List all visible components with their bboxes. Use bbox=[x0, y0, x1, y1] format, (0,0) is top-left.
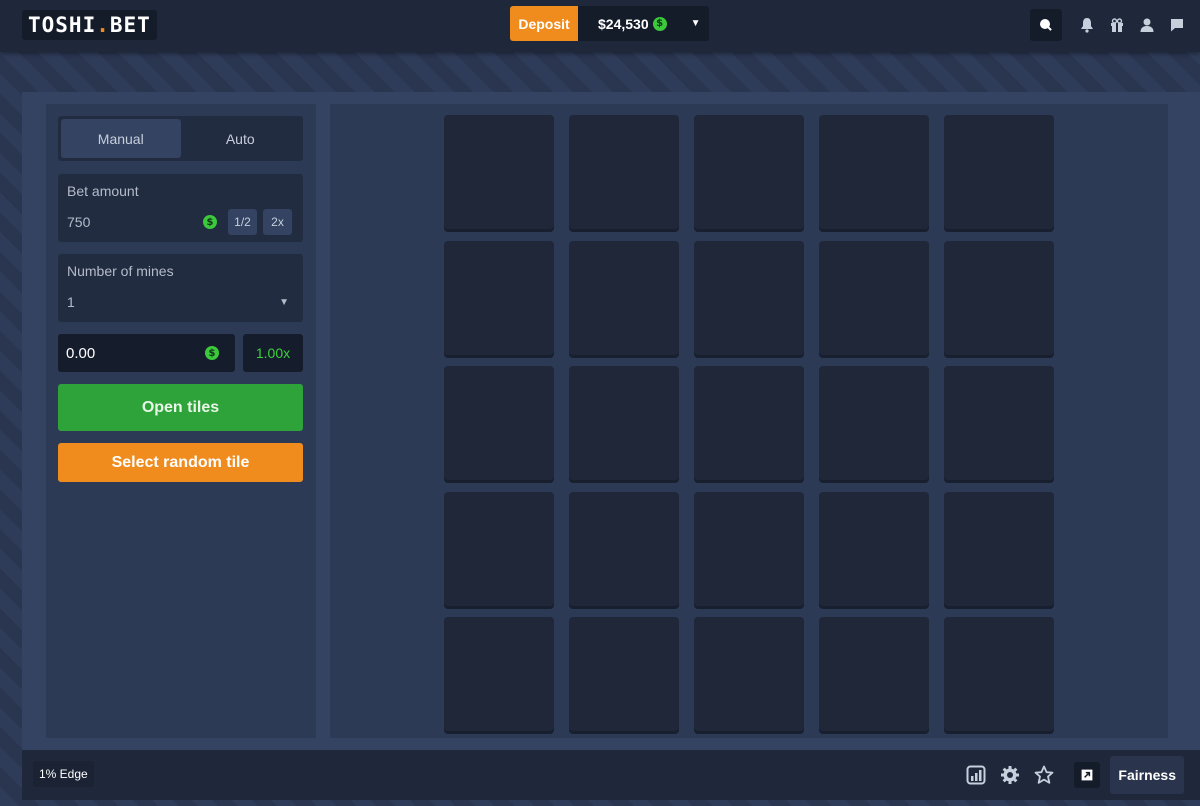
half-bet-button[interactable]: 1/2 bbox=[228, 209, 257, 235]
mines-value: 1 bbox=[67, 294, 75, 310]
bet-amount-input[interactable]: 750 bbox=[67, 214, 90, 230]
coin-icon: $ bbox=[203, 215, 217, 229]
mine-tile[interactable] bbox=[944, 491, 1054, 606]
mines-select[interactable]: Number of mines 1 ▼ bbox=[58, 254, 303, 322]
user-icon[interactable] bbox=[1136, 8, 1158, 42]
logo-dot: . bbox=[96, 13, 110, 37]
mine-tile[interactable] bbox=[944, 617, 1054, 731]
top-icons bbox=[1030, 8, 1188, 42]
balance-selector[interactable]: $24,530 $ ▼ bbox=[578, 6, 709, 41]
mine-tile[interactable] bbox=[569, 366, 679, 480]
mines-label: Number of mines bbox=[67, 263, 174, 279]
mine-tile[interactable] bbox=[444, 491, 554, 606]
mine-tile[interactable] bbox=[444, 366, 554, 480]
bell-icon[interactable] bbox=[1076, 8, 1098, 42]
star-icon[interactable] bbox=[1032, 763, 1056, 787]
popout-icon[interactable] bbox=[1074, 762, 1101, 788]
mine-tile[interactable] bbox=[819, 115, 929, 229]
mine-tile[interactable] bbox=[569, 491, 679, 606]
mine-tile[interactable] bbox=[944, 240, 1054, 355]
mine-tile[interactable] bbox=[944, 115, 1054, 229]
chat-icon[interactable] bbox=[1166, 8, 1188, 42]
mine-tile[interactable] bbox=[444, 240, 554, 355]
game-footer: 1% Edge Fairness bbox=[22, 750, 1200, 800]
settings-icon[interactable] bbox=[998, 763, 1022, 787]
chevron-down-icon: ▼ bbox=[279, 297, 289, 308]
mine-tile[interactable] bbox=[694, 366, 804, 480]
search-icon[interactable] bbox=[1030, 9, 1062, 41]
stats-icon[interactable] bbox=[964, 763, 988, 787]
house-edge-badge: 1% Edge bbox=[33, 761, 94, 787]
game-panel: Manual Auto Bet amount 750 $ 1/2 2x Numb… bbox=[22, 92, 1200, 800]
gift-icon[interactable] bbox=[1106, 8, 1128, 42]
logo[interactable]: TOSHI. BET bbox=[22, 10, 157, 40]
mine-tile[interactable] bbox=[444, 115, 554, 229]
double-bet-button[interactable]: 2x bbox=[263, 209, 292, 235]
wallet: Deposit $24,530 $ ▼ bbox=[510, 6, 709, 41]
mine-tile[interactable] bbox=[694, 115, 804, 229]
logo-suffix: BET bbox=[109, 13, 151, 37]
bet-amount-field: Bet amount 750 $ 1/2 2x bbox=[58, 174, 303, 242]
multiplier-display: 1.00x bbox=[243, 334, 303, 372]
bet-amount-label: Bet amount bbox=[67, 183, 139, 199]
fairness-button[interactable]: Fairness bbox=[1110, 756, 1184, 794]
mine-tile[interactable] bbox=[944, 366, 1054, 480]
mine-tile[interactable] bbox=[819, 491, 929, 606]
coin-icon: $ bbox=[652, 16, 667, 31]
mode-tabs: Manual Auto bbox=[58, 116, 303, 161]
bet-controls: Manual Auto Bet amount 750 $ 1/2 2x Numb… bbox=[46, 104, 316, 738]
tab-auto[interactable]: Auto bbox=[181, 119, 301, 158]
mine-tile[interactable] bbox=[694, 240, 804, 355]
mine-tile[interactable] bbox=[569, 240, 679, 355]
deposit-button[interactable]: Deposit bbox=[510, 6, 578, 41]
tab-manual[interactable]: Manual bbox=[61, 119, 181, 158]
mine-tile[interactable] bbox=[819, 240, 929, 355]
chevron-down-icon: ▼ bbox=[690, 18, 701, 29]
mines-board bbox=[330, 104, 1168, 738]
mine-tile[interactable] bbox=[819, 366, 929, 480]
mine-tile[interactable] bbox=[819, 617, 929, 731]
mine-tile[interactable] bbox=[569, 617, 679, 731]
footer-icons: Fairness bbox=[964, 756, 1184, 794]
top-bar: TOSHI. BET Deposit $24,530 $ ▼ bbox=[0, 0, 1200, 52]
logo-text: TOSHI bbox=[28, 13, 97, 37]
random-tile-button[interactable]: Select random tile bbox=[58, 443, 303, 482]
profit-value: 0.00 bbox=[66, 345, 96, 362]
profit-field: 0.00 $ bbox=[58, 334, 235, 372]
mine-tile[interactable] bbox=[569, 115, 679, 229]
open-tiles-button[interactable]: Open tiles bbox=[58, 384, 303, 431]
balance-amount: $24,530 bbox=[598, 15, 649, 32]
mine-tile[interactable] bbox=[694, 617, 804, 731]
mine-tile[interactable] bbox=[444, 617, 554, 731]
mine-tile[interactable] bbox=[694, 491, 804, 606]
coin-icon: $ bbox=[205, 346, 219, 360]
